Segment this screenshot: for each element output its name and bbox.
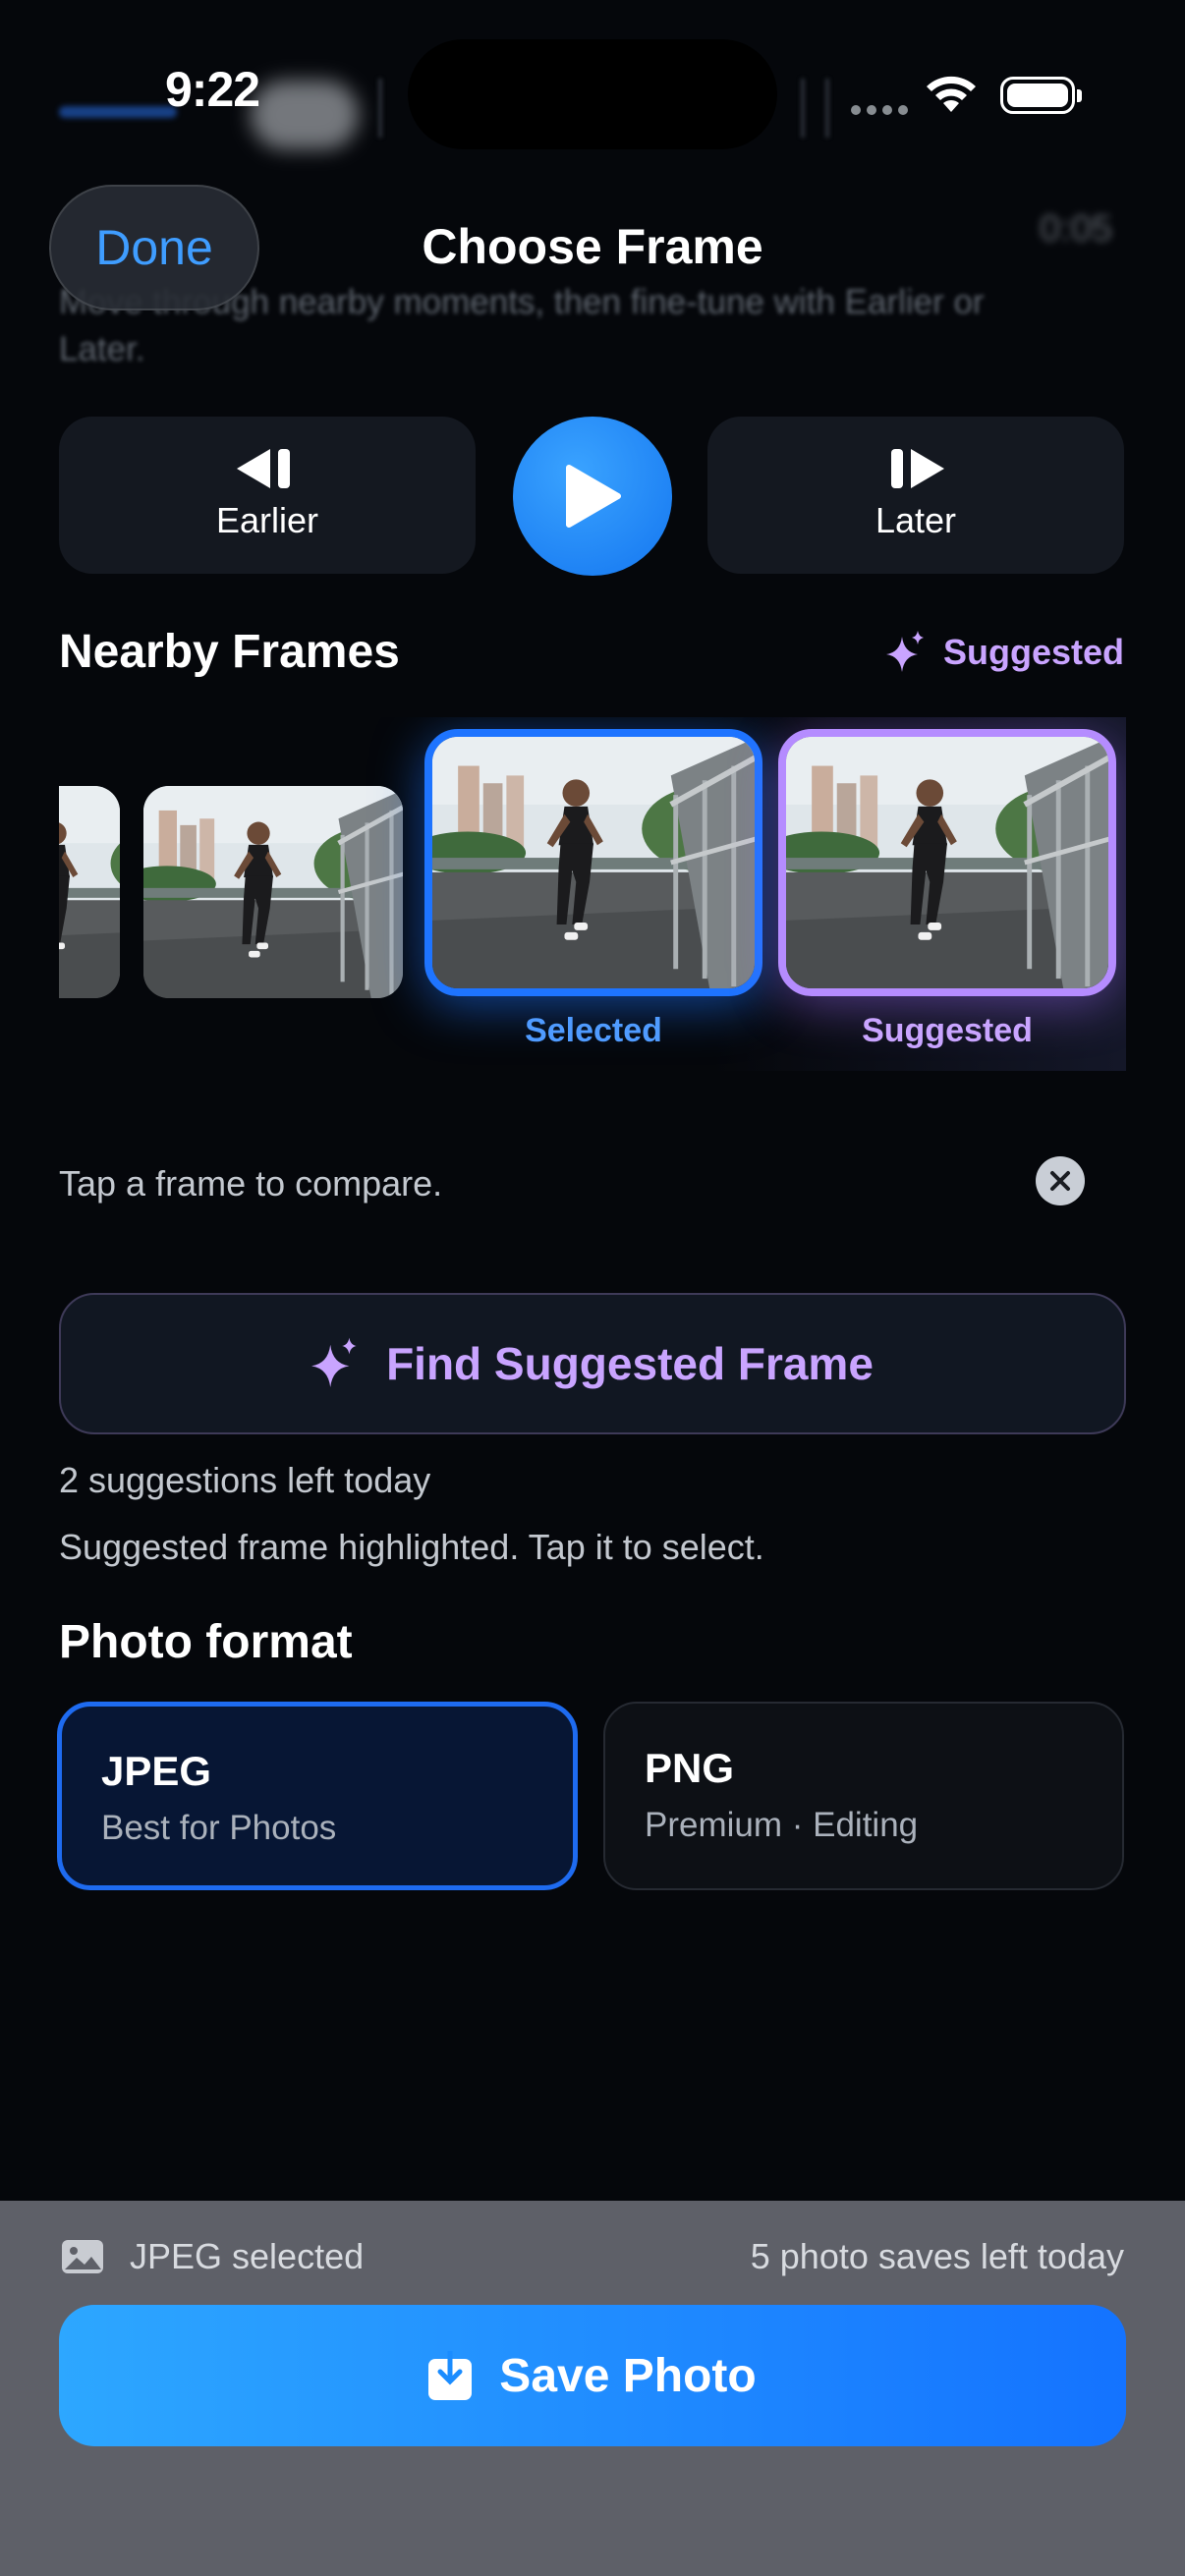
- blurred-tick: [378, 79, 382, 138]
- photo-icon: [62, 2240, 103, 2273]
- suggestion-status-text: Suggested frame highlighted. Tap it to s…: [59, 1527, 764, 1567]
- sparkle-icon: [885, 631, 924, 672]
- blurred-scrubber: [59, 106, 177, 118]
- frames-strip[interactable]: Selected Suggested: [59, 717, 1126, 1071]
- blurred-scrubber-handle: [251, 81, 359, 149]
- frame-thumbnail[interactable]: [59, 786, 120, 998]
- close-icon: [1050, 1171, 1070, 1191]
- frame-thumbnail[interactable]: [143, 786, 403, 998]
- suggested-tag: Suggested: [885, 631, 1124, 674]
- sparkle-icon: [311, 1337, 357, 1387]
- selected-frame-thumbnail[interactable]: [424, 729, 762, 996]
- dynamic-island: [408, 39, 777, 149]
- format-option-jpeg[interactable]: JPEG Best for Photos: [57, 1702, 578, 1890]
- cellular-icon: [851, 102, 914, 120]
- selected-frame-label: Selected: [525, 1012, 662, 1049]
- find-suggested-frame-button[interactable]: Find Suggested Frame: [59, 1293, 1126, 1434]
- step-forward-icon: [891, 449, 944, 488]
- selected-format-status: JPEG selected: [61, 2236, 364, 2277]
- nearby-frames-title: Nearby Frames: [59, 626, 400, 678]
- format-description: Best for Photos: [101, 1809, 337, 1847]
- later-label: Later: [875, 500, 957, 540]
- earlier-button[interactable]: Earlier: [59, 417, 476, 574]
- play-icon: [566, 465, 621, 528]
- format-description: Premium · Editing: [645, 1806, 919, 1844]
- dismiss-hint-button[interactable]: [1036, 1156, 1085, 1205]
- later-button[interactable]: Later: [707, 417, 1124, 574]
- suggested-frame-thumbnail[interactable]: [778, 729, 1116, 996]
- photo-format-title: Photo format: [59, 1616, 353, 1668]
- earlier-label: Earlier: [215, 500, 319, 540]
- play-button[interactable]: [513, 417, 672, 576]
- battery-icon: [1000, 77, 1082, 114]
- step-back-icon: [237, 449, 290, 488]
- save-photo-label: Save Photo: [499, 2349, 757, 2402]
- compare-hint: Tap a frame to compare.: [59, 1163, 443, 1204]
- find-suggested-frame-label: Find Suggested Frame: [386, 1338, 874, 1389]
- suggestions-left-text: 2 suggestions left today: [59, 1460, 431, 1500]
- blurred-tick: [801, 79, 805, 138]
- save-icon: [428, 2351, 473, 2400]
- suggested-tag-label: Suggested: [942, 632, 1124, 672]
- selected-format-text: JPEG selected: [130, 2236, 365, 2276]
- format-name: JPEG: [101, 1748, 212, 1794]
- format-name: PNG: [645, 1745, 735, 1791]
- wifi-icon: [927, 76, 976, 112]
- page-title: Choose Frame: [422, 219, 763, 274]
- save-photo-button[interactable]: Save Photo: [59, 2305, 1126, 2446]
- blurred-tick: [825, 79, 829, 138]
- format-option-png[interactable]: PNG Premium · Editing: [603, 1702, 1124, 1890]
- suggested-frame-label: Suggested: [862, 1012, 1033, 1049]
- saves-left-text: 5 photo saves left today: [750, 2236, 1124, 2276]
- status-time: 9:22: [165, 62, 260, 117]
